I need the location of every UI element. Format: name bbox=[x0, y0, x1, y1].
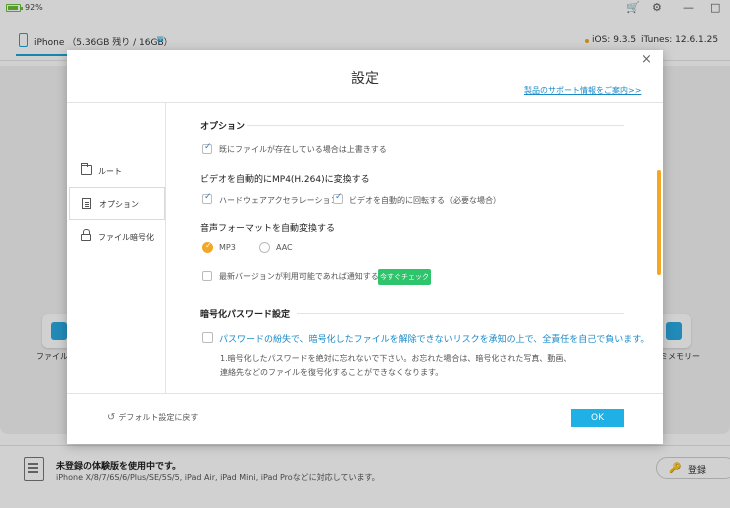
mp3-radio[interactable] bbox=[202, 241, 213, 253]
overwrite-label: 既にファイルが存在している場合は上書きする bbox=[219, 145, 387, 154]
nav-item-label: オプション bbox=[99, 200, 139, 209]
aac-label: AAC bbox=[276, 243, 293, 252]
divider bbox=[247, 125, 624, 126]
encryption-note-line1: 1.暗号化したパスワードを絶対に忘れないで下さい。お忘れた場合は、暗号化された写… bbox=[220, 354, 572, 363]
audio-convert-title: 音声フォーマットを自動変換する bbox=[200, 224, 336, 234]
video-convert-title: ビデオを自動的にMP4(H.264)に変換する bbox=[200, 175, 370, 185]
overwrite-checkbox[interactable] bbox=[202, 142, 212, 154]
lock-icon bbox=[81, 229, 91, 241]
aac-radio[interactable] bbox=[259, 242, 270, 253]
settings-dialog: 設定 × 製品のサポート情報をご案内>> ルート オプション ファイル暗号化 オ… bbox=[67, 50, 663, 444]
ok-button[interactable]: OK bbox=[571, 409, 624, 427]
scrollbar[interactable] bbox=[657, 170, 661, 275]
restore-default-label: デフォルト設定に戻す bbox=[118, 413, 199, 422]
restore-default-button[interactable]: ↺ デフォルト設定に戻す bbox=[107, 412, 198, 423]
close-icon[interactable]: × bbox=[641, 52, 652, 67]
auto-rotate-checkbox[interactable] bbox=[333, 192, 343, 204]
folder-icon bbox=[81, 163, 92, 175]
settings-content: オプション 既にファイルが存在している場合は上書きする ビデオを自動的にMP4(… bbox=[167, 103, 663, 393]
nav-item-label: ファイル暗号化 bbox=[98, 233, 154, 242]
notify-update-checkbox[interactable] bbox=[202, 271, 212, 281]
accept-risk-checkbox[interactable] bbox=[202, 332, 213, 343]
hw-accel-label: ハードウェアアクセラレーション bbox=[219, 196, 339, 205]
check-now-button[interactable]: 今すぐチェック bbox=[378, 269, 431, 285]
nav-item-options[interactable]: オプション bbox=[69, 187, 165, 220]
notify-update-label: 最新バージョンが利用可能であれば通知する。 bbox=[219, 272, 387, 281]
encryption-section-title: 暗号化パスワード設定 bbox=[200, 310, 291, 320]
nav-item-label: ルート bbox=[98, 167, 122, 176]
hw-accel-checkbox[interactable] bbox=[202, 192, 212, 204]
divider bbox=[297, 313, 624, 314]
options-section-title: オプション bbox=[200, 122, 246, 132]
nav-item-root[interactable]: ルート bbox=[67, 155, 166, 188]
auto-rotate-label: ビデオを自動的に回転する（必要な場合） bbox=[349, 196, 501, 205]
nav-item-file-encryption[interactable]: ファイル暗号化 bbox=[67, 221, 166, 254]
document-icon bbox=[82, 198, 91, 209]
encryption-note-line2: 連絡先などのファイルを復号化することができなくなります。 bbox=[220, 368, 444, 377]
accept-risk-label: パスワードの紛失で、暗号化したファイルを解除できないリスクを承知の上で、全責任を… bbox=[219, 335, 650, 345]
mp3-label: MP3 bbox=[219, 243, 236, 252]
restore-icon: ↺ bbox=[107, 412, 116, 423]
support-link[interactable]: 製品のサポート情報をご案内>> bbox=[524, 85, 641, 96]
settings-nav: ルート オプション ファイル暗号化 bbox=[67, 103, 166, 393]
divider bbox=[67, 393, 663, 394]
